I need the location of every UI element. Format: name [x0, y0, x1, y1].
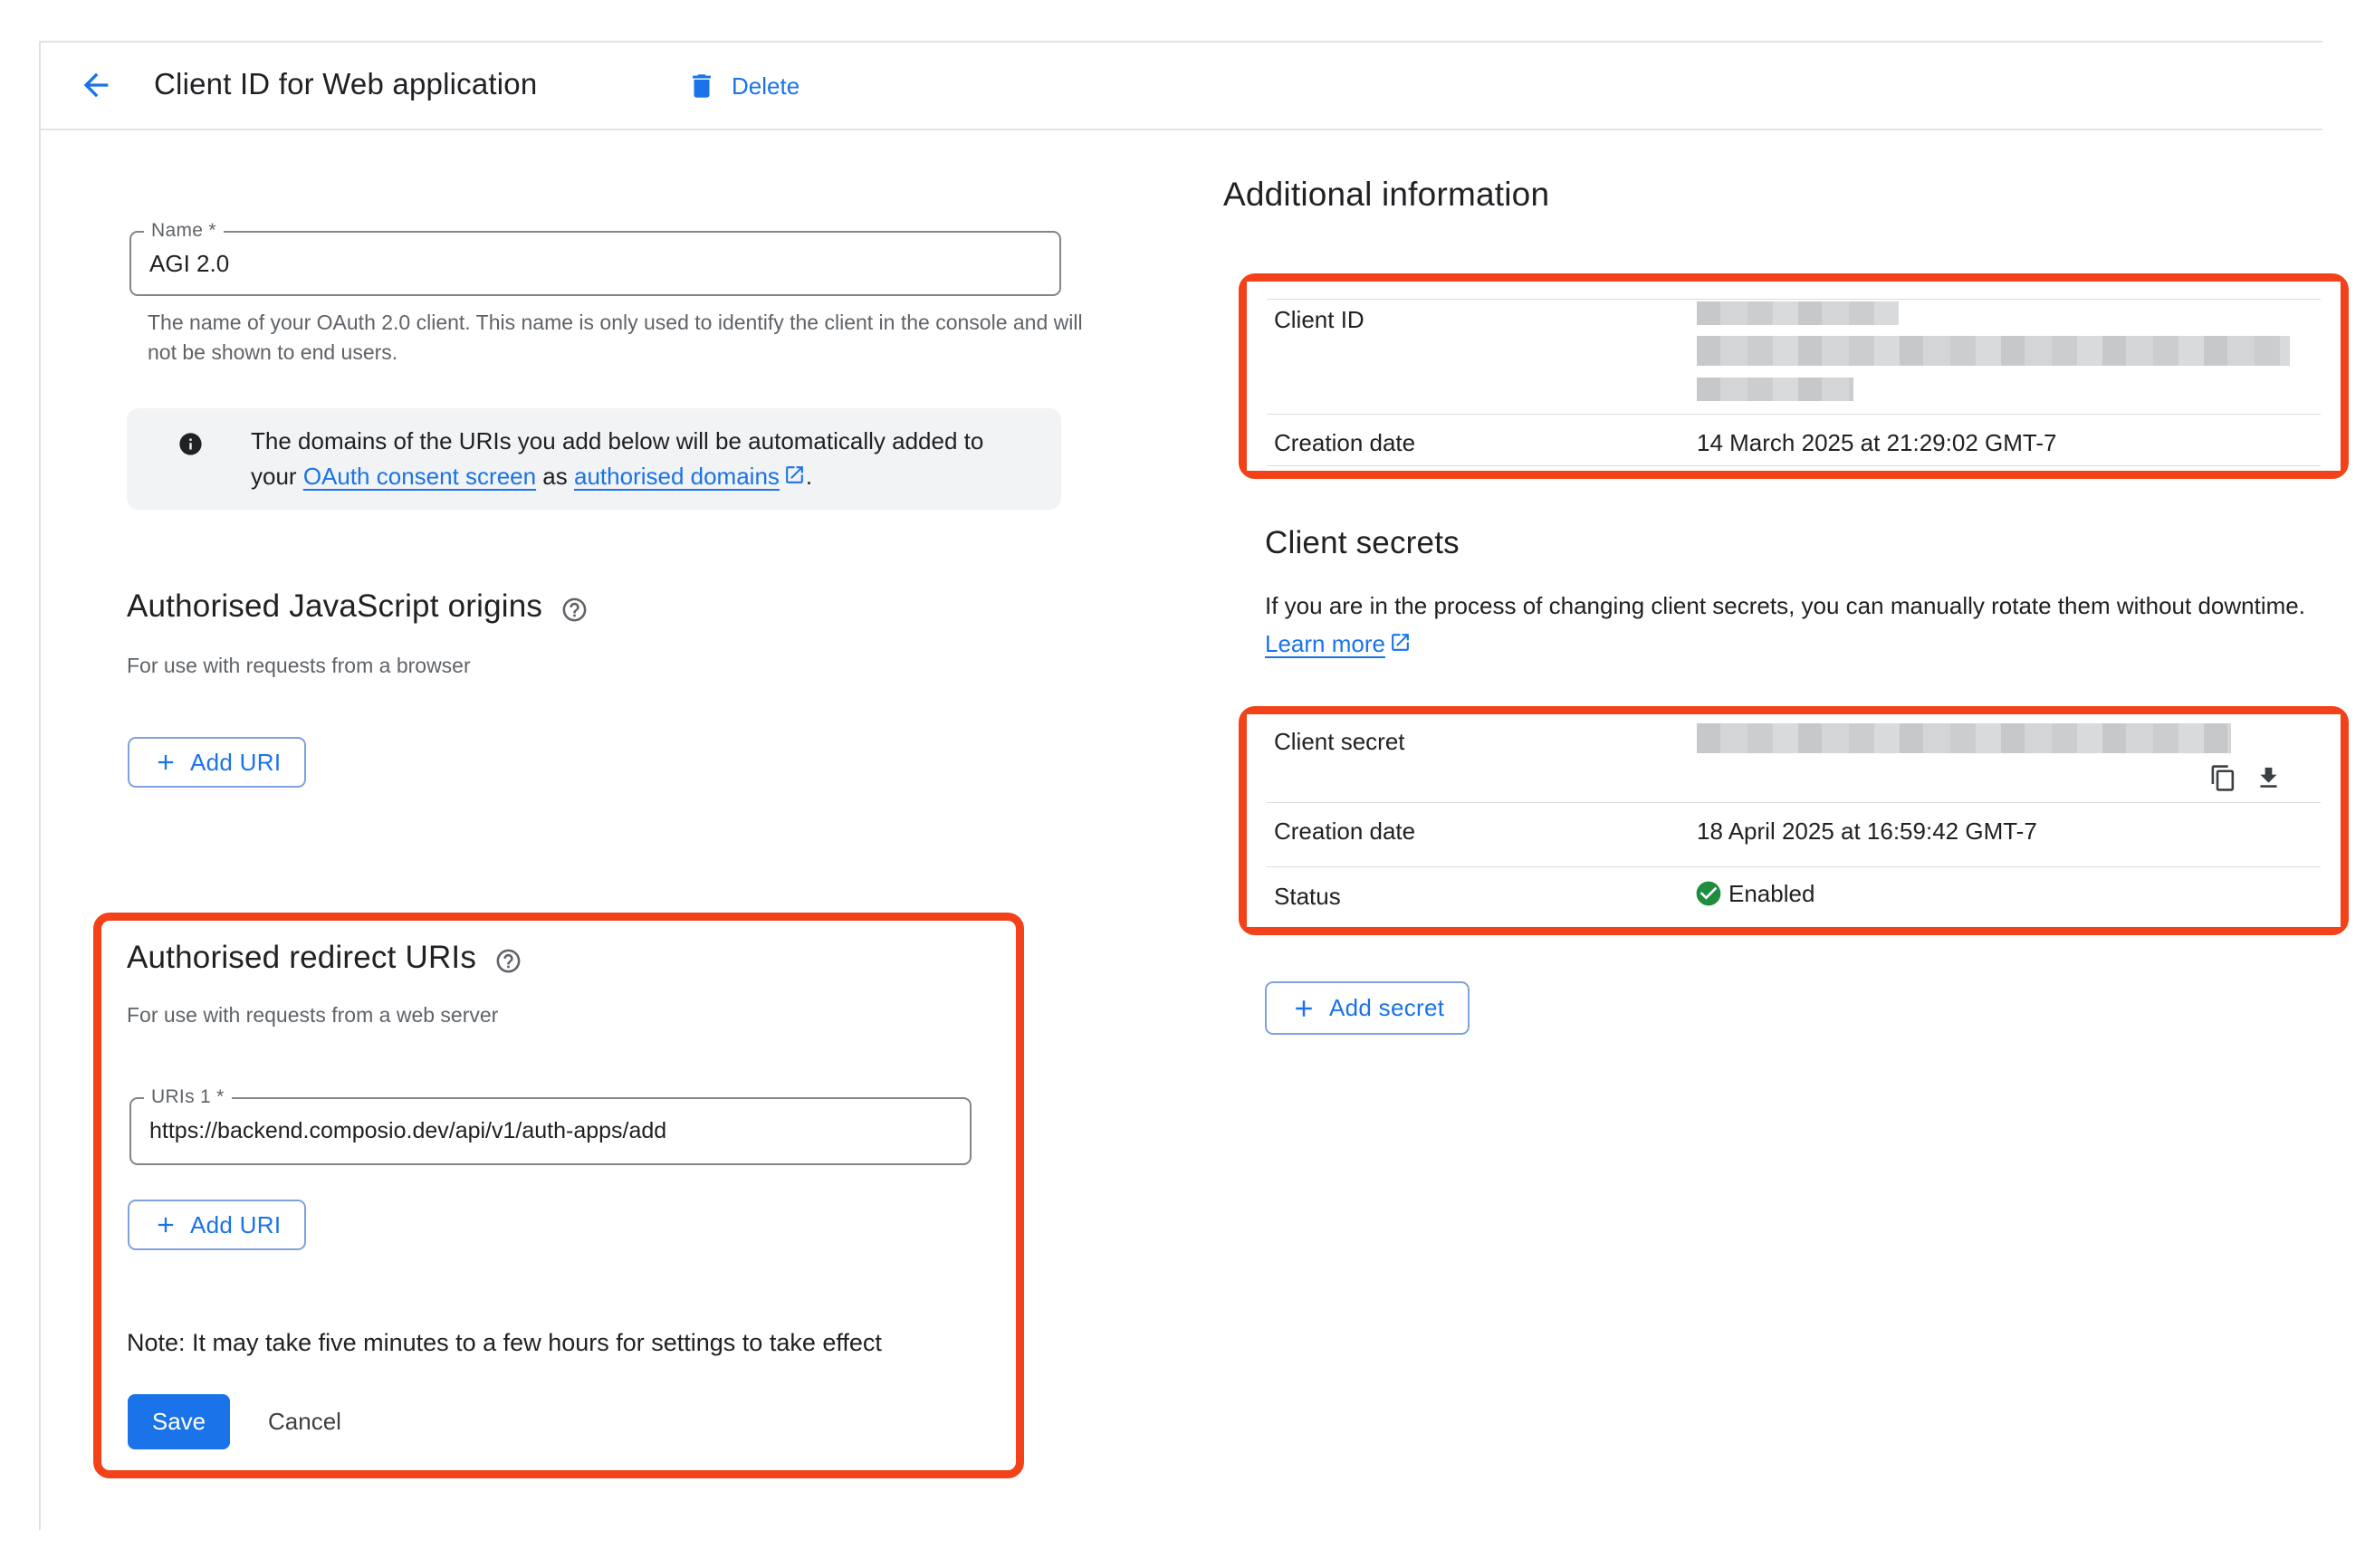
page-title: Client ID for Web application	[154, 67, 537, 101]
status-label: Status	[1274, 883, 1341, 911]
client-id-redacted-line-1	[1697, 301, 1899, 325]
external-link-icon	[1389, 626, 1412, 664]
page-top-border	[39, 41, 2322, 43]
redirect-uri-field-value: https://backend.composio.dev/api/v1/auth…	[149, 1099, 666, 1163]
info-banner: The domains of the URIs you add below wi…	[127, 408, 1061, 510]
back-button[interactable]	[76, 67, 116, 107]
plus-icon	[1290, 995, 1317, 1022]
help-icon[interactable]	[560, 596, 589, 624]
table-divider	[1267, 802, 2321, 803]
secret-creation-date-label: Creation date	[1274, 817, 1415, 846]
check-circle-icon	[1694, 879, 1723, 908]
oauth-consent-screen-link[interactable]: OAuth consent screen	[303, 463, 536, 490]
client-secret-card: Client secret Creation date 18 April 202…	[1247, 714, 2341, 927]
js-origins-title: Authorised JavaScript origins	[127, 588, 542, 625]
client-secret-redacted	[1697, 723, 2231, 753]
add-uri-redirect-label: Add URI	[190, 1211, 281, 1239]
authorised-domains-link[interactable]: authorised domains	[574, 463, 780, 490]
info-icon	[177, 431, 204, 462]
client-secret-label: Client secret	[1274, 728, 1405, 756]
header-divider	[39, 129, 2322, 130]
plus-icon	[153, 750, 178, 775]
external-link-icon	[783, 461, 806, 496]
cancel-label: Cancel	[268, 1408, 341, 1436]
redirect-uris-heading: Authorised redirect URIs	[127, 940, 522, 976]
save-label: Save	[152, 1408, 206, 1436]
redirect-uris-subtitle: For use with requests from a web server	[127, 1003, 498, 1028]
add-secret-label: Add secret	[1329, 994, 1444, 1022]
client-id-redacted-line-3	[1697, 378, 1853, 401]
content-left-border	[39, 41, 41, 1530]
client-id-card: Client ID Creation date 14 March 2025 at…	[1247, 282, 2341, 471]
banner-text: The domains of the URIs you add below wi…	[251, 424, 1029, 496]
add-uri-button-origins[interactable]: Add URI	[128, 737, 306, 788]
delete-label: Delete	[732, 72, 800, 100]
client-secrets-description-text: If you are in the process of changing cl…	[1265, 592, 2305, 619]
name-help-text: The name of your OAuth 2.0 client. This …	[148, 308, 1089, 368]
save-button[interactable]: Save	[128, 1394, 230, 1449]
status-value: Enabled	[1728, 880, 1814, 908]
help-icon[interactable]	[494, 947, 522, 975]
add-uri-button-redirect[interactable]: Add URI	[128, 1200, 306, 1250]
download-icon	[2255, 764, 2283, 792]
client-secrets-description: If you are in the process of changing cl…	[1265, 587, 2338, 664]
secret-creation-date-value: 18 April 2025 at 16:59:42 GMT-7	[1697, 817, 2037, 846]
learn-more-link[interactable]: Learn more	[1265, 630, 1385, 657]
add-secret-button[interactable]: Add secret	[1265, 981, 1470, 1035]
cancel-button[interactable]: Cancel	[252, 1394, 358, 1449]
client-secrets-title: Client secrets	[1265, 525, 1460, 561]
js-origins-subtitle: For use with requests from a browser	[127, 654, 471, 678]
client-id-label: Client ID	[1274, 306, 1364, 334]
redirect-uri-field[interactable]: URIs 1 * https://backend.composio.dev/ap…	[129, 1097, 972, 1165]
download-secret-button[interactable]	[2250, 760, 2286, 796]
js-origins-heading: Authorised JavaScript origins	[127, 588, 589, 625]
annotation-box-redirect-uris	[93, 913, 1024, 1478]
copy-secret-button[interactable]	[2205, 760, 2241, 796]
page: Client ID for Web application Delete Nam…	[0, 0, 2365, 1568]
status-badge: Enabled	[1694, 879, 1814, 908]
add-uri-origins-label: Add URI	[190, 749, 281, 777]
name-field[interactable]: Name * AGI 2.0	[129, 231, 1061, 296]
table-divider	[1267, 414, 2321, 415]
name-field-value: AGI 2.0	[149, 233, 229, 294]
creation-date-label: Creation date	[1274, 429, 1415, 457]
settings-note: Note: It may take five minutes to a few …	[127, 1329, 882, 1357]
trash-icon	[686, 71, 717, 101]
delete-button[interactable]: Delete	[686, 62, 800, 110]
back-arrow-icon	[78, 67, 114, 108]
creation-date-value: 14 March 2025 at 21:29:02 GMT-7	[1697, 429, 2056, 457]
table-divider	[1267, 465, 2321, 466]
additional-information-title: Additional information	[1223, 176, 1549, 214]
table-divider	[1267, 866, 2321, 867]
client-id-redacted-line-2	[1697, 336, 2290, 366]
copy-icon	[2209, 764, 2237, 792]
plus-icon	[153, 1212, 178, 1238]
table-divider	[1267, 299, 2321, 300]
banner-text-after: .	[806, 463, 812, 490]
redirect-uris-title: Authorised redirect URIs	[127, 940, 476, 976]
banner-text-mid: as	[536, 463, 574, 490]
